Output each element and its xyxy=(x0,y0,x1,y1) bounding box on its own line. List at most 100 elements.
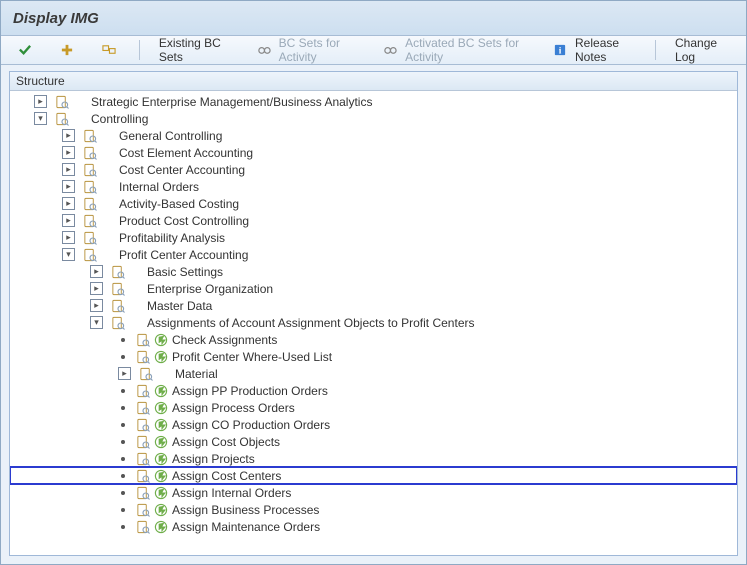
img-activity-icon[interactable] xyxy=(154,333,168,347)
img-doc-icon[interactable] xyxy=(55,112,69,126)
tree-label[interactable]: Profitability Analysis xyxy=(119,231,225,245)
tree-row[interactable]: Check Assignments xyxy=(10,331,737,348)
tree-label[interactable]: Assign Cost Centers xyxy=(172,469,281,483)
collapse-toggle[interactable]: ▾ xyxy=(90,316,103,329)
img-doc-icon[interactable] xyxy=(111,299,125,313)
tree-label[interactable]: Strategic Enterprise Management/Business… xyxy=(91,95,372,109)
tree-label[interactable]: Assign CO Production Orders xyxy=(172,418,330,432)
img-doc-icon[interactable] xyxy=(136,384,150,398)
expand-toggle[interactable]: ▸ xyxy=(34,95,47,108)
tree-row[interactable]: Assign Process Orders xyxy=(10,399,737,416)
img-activity-icon[interactable] xyxy=(154,520,168,534)
img-doc-icon[interactable] xyxy=(83,129,97,143)
tree-row[interactable]: Assign Internal Orders xyxy=(10,484,737,501)
tree-row[interactable]: ▾Profit Center Accounting xyxy=(10,246,737,263)
tree-label[interactable]: Cost Element Accounting xyxy=(119,146,253,160)
tree-row[interactable]: ▸ Internal Orders xyxy=(10,178,737,195)
tree-row[interactable]: Assign Cost Centers xyxy=(10,467,737,484)
tree-label[interactable]: Material xyxy=(175,367,218,381)
expand-toggle[interactable]: ▸ xyxy=(90,299,103,312)
tree-row[interactable]: Profit Center Where-Used List xyxy=(10,348,737,365)
tree-label[interactable]: Profit Center Accounting xyxy=(119,248,248,262)
tree-row[interactable]: Assign Projects xyxy=(10,450,737,467)
img-doc-icon[interactable] xyxy=(136,333,150,347)
tree-row[interactable]: Assign PP Production Orders xyxy=(10,382,737,399)
img-activity-icon[interactable] xyxy=(154,350,168,364)
tree-label[interactable]: Assignments of Account Assignment Object… xyxy=(147,316,475,330)
tree-label[interactable]: Assign Maintenance Orders xyxy=(172,520,320,534)
tree-row[interactable]: ▸ Product Cost Controlling xyxy=(10,212,737,229)
img-doc-icon[interactable] xyxy=(55,95,69,109)
tree-label[interactable]: Product Cost Controlling xyxy=(119,214,249,228)
expand-toggle[interactable]: ▸ xyxy=(62,129,75,142)
tree-label[interactable]: Assign Projects xyxy=(172,452,255,466)
tree-row[interactable]: ▾ Assignments of Account Assignment Objec… xyxy=(10,314,737,331)
img-activity-icon[interactable] xyxy=(154,435,168,449)
img-doc-icon[interactable] xyxy=(136,520,150,534)
tree-label[interactable]: Cost Center Accounting xyxy=(119,163,245,177)
img-doc-icon[interactable] xyxy=(83,146,97,160)
img-doc-icon[interactable] xyxy=(83,231,97,245)
tree-label[interactable]: Profit Center Where-Used List xyxy=(172,350,332,364)
img-doc-icon[interactable] xyxy=(136,503,150,517)
img-doc-icon[interactable] xyxy=(83,214,97,228)
tree-row[interactable]: ▸ Master Data xyxy=(10,297,737,314)
img-doc-icon[interactable] xyxy=(111,282,125,296)
tree-label[interactable]: Assign Process Orders xyxy=(172,401,295,415)
expand-toggle[interactable]: ▸ xyxy=(62,197,75,210)
img-doc-icon[interactable] xyxy=(83,163,97,177)
img-activity-icon[interactable] xyxy=(154,401,168,415)
expand-toggle[interactable]: ▸ xyxy=(90,282,103,295)
img-doc-icon[interactable] xyxy=(136,486,150,500)
check-button[interactable] xyxy=(9,38,45,62)
img-activity-icon[interactable] xyxy=(154,486,168,500)
tree-label[interactable]: Master Data xyxy=(147,299,212,313)
img-doc-icon[interactable] xyxy=(136,435,150,449)
expand-toggle[interactable]: ▸ xyxy=(62,231,75,244)
expand-toggle[interactable]: ▸ xyxy=(62,214,75,227)
tree-label[interactable]: Internal Orders xyxy=(119,180,199,194)
img-doc-icon[interactable] xyxy=(136,401,150,415)
img-doc-icon[interactable] xyxy=(136,452,150,466)
tree-label[interactable]: Enterprise Organization xyxy=(147,282,273,296)
tree-row[interactable]: ▸General Controlling xyxy=(10,127,737,144)
change-log-button[interactable]: Change Log xyxy=(666,38,738,62)
tree-label[interactable]: Assign Internal Orders xyxy=(172,486,291,500)
tree-row[interactable]: ▸ Cost Center Accounting xyxy=(10,161,737,178)
tree-row[interactable]: ▾ Controlling xyxy=(10,110,737,127)
release-notes-button[interactable]: Release Notes xyxy=(544,38,645,62)
tree-row[interactable]: Assign Maintenance Orders xyxy=(10,518,737,535)
collapse-toggle[interactable]: ▾ xyxy=(34,112,47,125)
tree-label[interactable]: Controlling xyxy=(91,112,148,126)
img-doc-icon[interactable] xyxy=(136,350,150,364)
img-doc-icon[interactable] xyxy=(83,197,97,211)
img-doc-icon[interactable] xyxy=(139,367,153,381)
tree-row[interactable]: ▸ Enterprise Organization xyxy=(10,280,737,297)
img-doc-icon[interactable] xyxy=(136,418,150,432)
tree-label[interactable]: Check Assignments xyxy=(172,333,277,347)
expand-toggle[interactable]: ▸ xyxy=(62,163,75,176)
img-activity-icon[interactable] xyxy=(154,384,168,398)
img-doc-icon[interactable] xyxy=(111,316,125,330)
img-doc-icon[interactable] xyxy=(136,469,150,483)
expand-toggle[interactable]: ▸ xyxy=(62,146,75,159)
tree-row[interactable]: Assign CO Production Orders xyxy=(10,416,737,433)
img-doc-icon[interactable] xyxy=(83,180,97,194)
tree-label[interactable]: Activity-Based Costing xyxy=(119,197,239,211)
tree-label[interactable]: Assign PP Production Orders xyxy=(172,384,328,398)
img-doc-icon[interactable] xyxy=(83,248,97,262)
tree-label[interactable]: Basic Settings xyxy=(147,265,223,279)
tree-row[interactable]: ▸ Strategic Enterprise Management/Busines… xyxy=(10,93,737,110)
tree-row[interactable]: Assign Business Processes xyxy=(10,501,737,518)
img-activity-icon[interactable] xyxy=(154,452,168,466)
tree-row[interactable]: ▸ Material xyxy=(10,365,737,382)
expand-toggle[interactable]: ▸ xyxy=(118,367,131,380)
img-activity-icon[interactable] xyxy=(154,418,168,432)
tree-row[interactable]: ▸ Cost Element Accounting xyxy=(10,144,737,161)
tree-label[interactable]: Assign Business Processes xyxy=(172,503,319,517)
existing-bc-sets-button[interactable]: Existing BC Sets xyxy=(150,38,242,62)
tree-row[interactable]: ▸ Profitability Analysis xyxy=(10,229,737,246)
add-button[interactable] xyxy=(51,38,87,62)
expand-toggle[interactable]: ▸ xyxy=(62,180,75,193)
tree-row[interactable]: Assign Cost Objects xyxy=(10,433,737,450)
